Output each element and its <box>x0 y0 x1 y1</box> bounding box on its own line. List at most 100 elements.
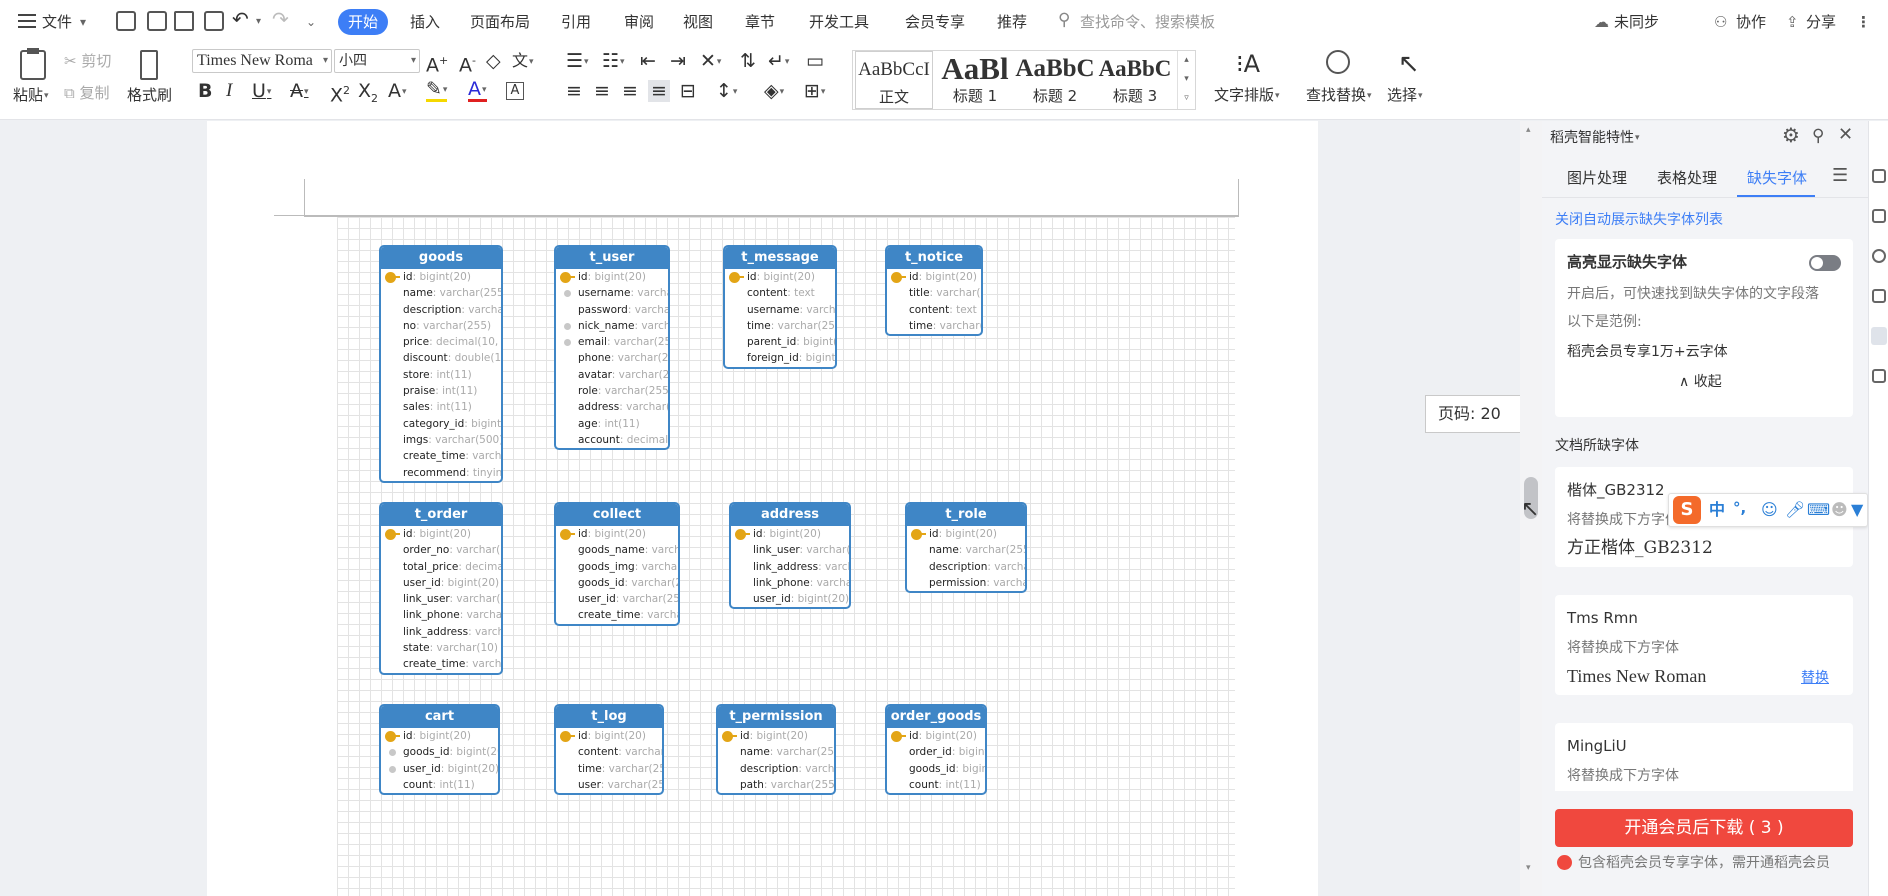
pin-icon[interactable]: ⚲ <box>1812 127 1824 145</box>
style-normal[interactable]: AaBbCcI 正文 <box>855 51 933 109</box>
panel-menu-icon[interactable]: ☰ <box>1832 167 1848 185</box>
settings-icon[interactable]: ⚙ <box>1782 125 1800 145</box>
underline-icon[interactable]: U▾ <box>252 80 271 103</box>
menu-references[interactable]: 引用 <box>561 12 591 32</box>
select-button[interactable]: 选择▾ <box>1387 86 1423 105</box>
style-heading-1[interactable]: AaBl 标题 1 <box>935 51 1015 109</box>
clear-format-icon[interactable]: ◇ <box>486 50 501 72</box>
er-diagram-image[interactable]: goods id: bigint(20) name: varchar(255) des… <box>337 217 1235 896</box>
phonetic-icon[interactable]: 文▾ <box>512 50 534 73</box>
menu-view[interactable]: 视图 <box>683 12 713 32</box>
ime-punctuation[interactable]: °, <box>1733 499 1746 517</box>
more-icon[interactable]: ⌄ <box>306 12 316 32</box>
numbered-list-icon[interactable]: ☷▾ <box>602 50 625 73</box>
document-scrollbar[interactable]: ▴ ↖ ▾ <box>1520 121 1542 896</box>
font-name-select[interactable]: Times New Roma <box>192 49 332 73</box>
justify-icon[interactable]: ≡ <box>648 80 670 102</box>
ime-toolbar[interactable]: S 中 °, ☺ 🎤︎ ⌨ ☻ ▼ <box>1668 493 1868 527</box>
export-pdf-icon[interactable] <box>147 11 167 31</box>
print-icon[interactable] <box>174 11 194 31</box>
share-button[interactable]: 分享 <box>1806 12 1836 32</box>
menu-developer[interactable]: 开发工具 <box>809 12 869 32</box>
keyboard-icon[interactable]: ⌨ <box>1807 501 1830 519</box>
menu-chapter[interactable]: 章节 <box>745 12 775 32</box>
print-preview-icon[interactable] <box>204 11 224 31</box>
share-icon[interactable]: ⇪ <box>1786 12 1799 32</box>
menu-insert[interactable]: 插入 <box>410 12 440 32</box>
chevron-down-icon[interactable]: ▾ <box>80 12 86 32</box>
close-icon[interactable]: ✕ <box>1838 126 1853 144</box>
command-search-input[interactable]: 查找命令、搜索模板 <box>1080 12 1215 32</box>
table-border-icon[interactable]: ▭ <box>806 50 824 72</box>
save-icon[interactable] <box>116 11 136 31</box>
menu-member[interactable]: 会员专享 <box>905 12 965 32</box>
select-cursor-icon[interactable]: ↖ <box>1398 50 1420 78</box>
menu-hamburger-icon[interactable] <box>18 14 36 28</box>
text-layout-button[interactable]: 文字排版▾ <box>1214 86 1280 105</box>
format-painter-button[interactable]: 格式刷 <box>127 86 172 104</box>
scroll-up-arrow[interactable]: ▴ <box>1526 125 1531 135</box>
tab-missing-fonts[interactable]: 缺失字体 <box>1747 169 1807 187</box>
more-options-icon[interactable]: ⋮ <box>1856 12 1871 32</box>
style-gallery-scroll[interactable]: ▴ ▾ ▿ <box>1177 51 1195 109</box>
find-replace-button[interactable]: 查找替换▾ <box>1306 86 1372 105</box>
download-fonts-button[interactable]: 开通会员后下载 ( 3 ) <box>1555 809 1853 847</box>
sync-status[interactable]: 未同步 <box>1614 12 1659 32</box>
italic-icon[interactable]: I <box>226 80 232 102</box>
menu-file[interactable]: 文件 <box>42 12 72 32</box>
superscript-icon[interactable]: X2 <box>330 80 350 106</box>
increase-indent-icon[interactable]: ⇥ <box>670 50 686 72</box>
highlight-icon[interactable]: ✎▾ <box>426 80 448 102</box>
chinese-layout-icon[interactable]: ✕▾ <box>700 50 721 73</box>
subscript-icon[interactable]: X2 <box>358 80 378 110</box>
grow-font-icon[interactable]: A+ <box>426 50 448 76</box>
strikethrough-icon[interactable]: A▾ <box>290 80 309 103</box>
side-tool-icon[interactable] <box>1872 169 1886 183</box>
menu-review[interactable]: 审阅 <box>624 12 654 32</box>
side-tool-icon[interactable] <box>1872 289 1886 303</box>
copy-button[interactable]: ⧉ 复制 <box>64 84 110 102</box>
cloud-sync-icon[interactable]: ☁ <box>1594 12 1609 32</box>
side-tool-icon[interactable] <box>1872 249 1886 263</box>
distributed-icon[interactable]: ⊟ <box>680 80 696 102</box>
style-heading-2[interactable]: AaBbC 标题 2 <box>1015 51 1095 109</box>
paste-icon[interactable] <box>20 48 46 80</box>
skin-icon[interactable]: ▼ <box>1851 501 1863 519</box>
shrink-font-icon[interactable]: A- <box>459 50 476 76</box>
bullet-list-icon[interactable]: ☰▾ <box>566 50 589 73</box>
redo-icon[interactable]: ↷ <box>272 9 289 29</box>
document-page[interactable]: goods id: bigint(20) name: varchar(255) des… <box>207 121 1318 896</box>
side-tool-icon[interactable] <box>1871 327 1887 345</box>
font-size-select[interactable]: 小四 <box>334 49 420 73</box>
paragraph-mark-icon[interactable]: ↵▾ <box>768 50 789 73</box>
bold-icon[interactable]: B <box>198 80 212 102</box>
user-icon[interactable]: ☻ <box>1831 501 1848 519</box>
emoji-icon[interactable]: ☺ <box>1761 501 1778 519</box>
collaborate-icon[interactable]: ⚇ <box>1714 12 1727 32</box>
collaborate-button[interactable]: 协作 <box>1736 12 1766 32</box>
style-heading-3[interactable]: AaBbC 标题 3 <box>1095 51 1175 109</box>
side-tool-icon[interactable] <box>1872 209 1886 223</box>
scroll-down-arrow[interactable]: ▾ <box>1526 863 1531 873</box>
line-spacing-icon[interactable]: ↕▾ <box>716 80 737 103</box>
close-auto-show-link[interactable]: 关闭自动展示缺失字体列表 <box>1555 211 1723 229</box>
cut-button[interactable]: ✂ 剪切 <box>64 52 111 70</box>
align-right-icon[interactable]: ≡ <box>622 80 638 102</box>
tab-image-processing[interactable]: 图片处理 <box>1567 169 1627 187</box>
format-painter-icon[interactable] <box>140 50 158 80</box>
ime-chinese-mode[interactable]: 中 <box>1709 501 1725 519</box>
decrease-indent-icon[interactable]: ⇤ <box>640 50 656 72</box>
collapse-button[interactable]: ∧ 收起 <box>1679 373 1722 391</box>
align-center-icon[interactable]: ≡ <box>594 80 610 102</box>
menu-home[interactable]: 开始 <box>338 9 388 35</box>
microphone-icon[interactable]: 🎤︎ <box>1785 501 1805 519</box>
font-color-icon[interactable]: A▾ <box>468 80 487 102</box>
shading-icon[interactable]: ◈▾ <box>764 80 784 103</box>
side-tool-icon[interactable] <box>1872 369 1886 383</box>
sort-icon[interactable]: ⇅ <box>740 50 756 72</box>
text-effect-icon[interactable]: A▾ <box>388 80 407 103</box>
paste-button[interactable]: 粘贴▾ <box>13 86 49 105</box>
panel-title[interactable]: 稻壳智能特性▾ <box>1550 129 1640 147</box>
align-left-icon[interactable]: ≡ <box>566 80 582 102</box>
menu-page-layout[interactable]: 页面布局 <box>470 12 530 32</box>
